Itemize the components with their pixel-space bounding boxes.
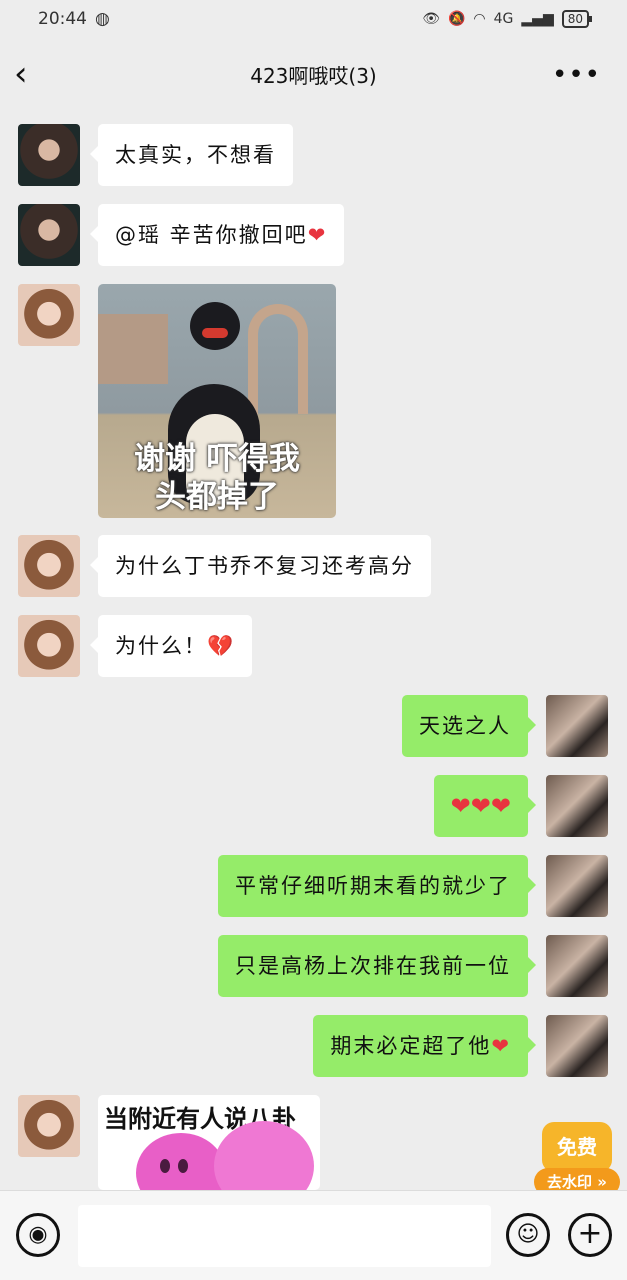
message-bubble[interactable]: 天选之人: [402, 695, 536, 757]
message-incoming: 为什么丁书乔不复习还考高分: [18, 535, 431, 597]
battery-indicator: 80: [561, 10, 593, 28]
message-outgoing: 期末必定超了他❤: [313, 1015, 608, 1077]
message-incoming: 为什么！💔: [18, 615, 253, 677]
sticker-cabinet: [98, 314, 168, 384]
voice-icon[interactable]: ◉: [16, 1213, 60, 1257]
message-bubble[interactable]: 为什么丁书乔不复习还考高分: [90, 535, 431, 597]
avatar[interactable]: [18, 124, 80, 186]
message-bubble[interactable]: 太真实，不想看: [90, 124, 293, 186]
chat-title: 423啊哦哎(3): [250, 63, 377, 88]
notification-icon: ◍: [95, 9, 110, 29]
input-bar: ◉ ☺ +: [0, 1190, 627, 1280]
sticker-caption: 头都掉了: [155, 479, 279, 515]
sticker-image[interactable]: 当附近有人说八卦: [98, 1095, 320, 1190]
sticker-image[interactable]: 谢谢 吓得我 头都掉了: [98, 284, 336, 518]
sticker-chair: [248, 304, 308, 414]
avatar[interactable]: [546, 1015, 608, 1077]
message-outgoing: ❤❤❤: [433, 775, 608, 837]
broken-heart-emoji: 💔: [207, 634, 236, 658]
signal-icon: ▂▄▆: [521, 11, 554, 27]
mute-icon: 🔕: [447, 11, 466, 27]
message-incoming: @瑶 辛苦你撤回吧❤: [18, 204, 345, 266]
message-incoming: 当附近有人说八卦: [18, 1095, 320, 1190]
remove-watermark-badge[interactable]: 免费 去水印 »: [534, 1112, 620, 1198]
message-bubble[interactable]: 平常仔细听期末看的就少了: [218, 855, 536, 917]
avatar[interactable]: [18, 615, 80, 677]
chevron-left-icon[interactable]: ‹: [14, 56, 44, 92]
avatar[interactable]: [546, 775, 608, 837]
wifi-icon: ◠: [473, 11, 486, 27]
clock: 20:44: [38, 9, 87, 29]
message-bubble[interactable]: 期末必定超了他❤: [313, 1015, 536, 1077]
network-label: 4G: [493, 11, 514, 27]
avatar[interactable]: [18, 535, 80, 597]
avatar[interactable]: [18, 204, 80, 266]
message-bubble[interactable]: 只是高杨上次排在我前一位: [218, 935, 536, 997]
heart-emoji: ❤: [491, 1034, 511, 1058]
sticker-caption: 谢谢 吓得我: [134, 441, 300, 477]
message-bubble[interactable]: 为什么！💔: [89, 615, 253, 677]
message-text: @瑶 辛苦你撤回吧: [115, 223, 308, 247]
message-input[interactable]: [78, 1205, 491, 1267]
avatar[interactable]: [546, 855, 608, 917]
message-text: 为什么！: [115, 634, 207, 658]
character-eye: [178, 1159, 188, 1173]
message-outgoing: 只是高杨上次排在我前一位: [218, 935, 608, 997]
character-eye: [160, 1159, 170, 1173]
chat-header: ‹ 423啊哦哎(3) •••: [0, 38, 627, 110]
penguin-head: [190, 302, 240, 350]
message-incoming: 太真实，不想看: [18, 124, 293, 186]
eye-icon: 👁: [422, 11, 440, 27]
penguin-beak: [202, 328, 228, 338]
emoji-icon[interactable]: ☺: [506, 1213, 550, 1257]
avatar[interactable]: [546, 695, 608, 757]
heart-emoji: ❤: [307, 223, 328, 247]
message-incoming: 谢谢 吓得我 头都掉了: [18, 284, 336, 518]
avatar[interactable]: [18, 284, 80, 346]
plus-icon[interactable]: +: [568, 1213, 612, 1257]
free-label: 免费: [542, 1122, 612, 1172]
avatar[interactable]: [546, 935, 608, 997]
message-outgoing: 天选之人: [402, 695, 608, 757]
message-outgoing: 平常仔细听期末看的就少了: [218, 855, 608, 917]
avatar[interactable]: [18, 1095, 80, 1157]
status-bar: 20:44 ◍ 👁 🔕 ◠ 4G ▂▄▆ 80: [0, 0, 627, 38]
message-bubble[interactable]: ❤❤❤: [433, 775, 537, 837]
message-text: 期末必定超了他: [330, 1034, 492, 1058]
more-dots-icon[interactable]: •••: [552, 60, 601, 90]
message-bubble[interactable]: @瑶 辛苦你撤回吧❤: [89, 204, 345, 266]
